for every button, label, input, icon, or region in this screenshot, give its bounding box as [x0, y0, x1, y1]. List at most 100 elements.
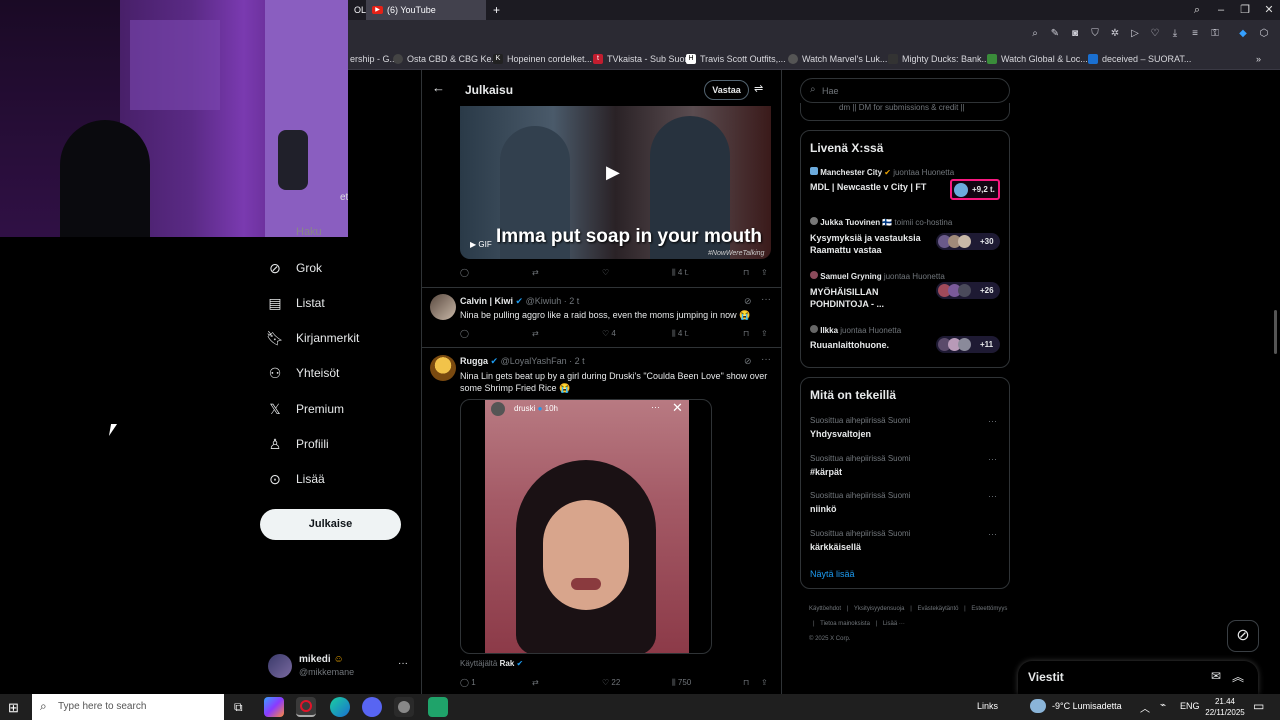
bookmark-item[interactable]: t TVkaista - Sub Suora [593, 54, 693, 64]
bookmark-item[interactable]: Watch Global & Loc... [987, 54, 1088, 64]
grok-icon[interactable]: ⊘ [744, 296, 752, 307]
more-icon[interactable]: ··· [988, 416, 997, 426]
trend-item[interactable]: Suosittua aihepiirissä Suomi kärkkäisell… [810, 529, 1002, 559]
footer-link[interactable]: Yksityisyydensuoja [854, 606, 905, 612]
shield-icon[interactable]: ⛉ [1088, 27, 1102, 41]
bookmark-item[interactable]: K Hopeinen cordelket... [493, 54, 592, 64]
author-handle[interactable]: @Kiwiuh [526, 296, 562, 306]
bookmark-icon[interactable]: ⊓ [743, 678, 749, 687]
author-name[interactable]: Rugga [460, 356, 488, 366]
restore-button[interactable]: ❐ [1233, 0, 1257, 20]
settings-icon[interactable]: ⬡ [1257, 27, 1271, 41]
live-item[interactable]: Manchester City ✔ juontaa Huonetta MDL |… [810, 167, 1002, 207]
scrollbar-thumb[interactable] [1274, 310, 1277, 354]
bookmark-icon[interactable]: ⊓ [743, 329, 749, 338]
tab-search-icon[interactable]: ⌕ [1185, 0, 1209, 20]
grok-icon[interactable]: ⊘ [1227, 620, 1259, 652]
footer-link[interactable]: Evästekäytäntö [917, 606, 958, 612]
views-stat[interactable]: ⫼ 4 t. [672, 329, 689, 339]
app-icon[interactable] [428, 697, 448, 717]
extension-icon[interactable]: ✲ [1108, 27, 1122, 41]
account-menu-icon[interactable]: ··· [398, 658, 408, 669]
live-item[interactable]: Jukka Tuovinen 🇫🇮 toimii co-hostina Kysy… [810, 217, 1002, 257]
lock-icon[interactable]: ⚿ [1208, 27, 1222, 41]
browser-tab-youtube[interactable]: ▶ (6) YouTube [366, 0, 486, 20]
gif-media[interactable]: ▶ ▶ GIF Imma put soap in your mouth #Now… [460, 106, 771, 259]
reply-stat[interactable]: ◯ 1 [460, 678, 476, 687]
sidebar-item-grok[interactable]: ⊘ Grok [266, 259, 322, 277]
more-icon[interactable]: ··· [988, 491, 997, 501]
avatar[interactable] [430, 294, 456, 320]
views-stat[interactable]: ⫼ 4 t. [672, 268, 689, 278]
post-button[interactable]: Julkaise [260, 509, 401, 540]
trend-item[interactable]: Suosittua aihepiirissä Suomi Yhdysvaltoj… [810, 416, 1002, 446]
menu-icon[interactable]: ≡ [1188, 27, 1202, 41]
network-icon[interactable]: ⌁ [1160, 700, 1166, 711]
reply-button[interactable]: Vastaa [704, 80, 749, 100]
author-handle[interactable]: @LoyalYashFan [501, 356, 567, 366]
bookmark-item[interactable]: Watch Marvel's Luk... [788, 54, 887, 64]
share-icon[interactable]: ⇪ [761, 329, 768, 338]
sidebar-item-bookmarks[interactable]: 🔖︎ Kirjanmerkit [266, 329, 359, 347]
more-icon[interactable]: ··· [761, 354, 771, 365]
repost-icon[interactable]: ⇄ [532, 268, 539, 277]
search-icon[interactable]: ⌕ [1028, 27, 1042, 41]
notifications-icon[interactable]: ▭ [1253, 699, 1264, 713]
sidebar-item-communities[interactable]: ⚇ Yhteisöt [266, 364, 340, 382]
repost-icon[interactable]: ⇄ [532, 678, 539, 687]
download-icon[interactable]: ⤓ [1168, 27, 1182, 41]
more-icon[interactable]: ··· [988, 529, 997, 539]
author-name[interactable]: Calvin | Kiwi [460, 296, 513, 306]
discord-icon[interactable] [362, 697, 382, 717]
like-stat[interactable]: ♡ 4 [602, 329, 616, 338]
live-item[interactable]: Samuel Gryning juontaa Huonetta MYÖHÄISI… [810, 271, 1002, 311]
edit-icon[interactable]: ✎ [1048, 27, 1062, 41]
taskbar-search[interactable]: ⌕ Type here to search [32, 694, 224, 720]
bookmark-item[interactable]: Osta CBD & CBG Ke... [393, 54, 499, 64]
new-message-icon[interactable]: ✉ [1211, 669, 1221, 683]
close-icon[interactable]: ✕ [672, 400, 683, 416]
grok-icon[interactable]: ⊘ [744, 356, 752, 367]
avatar[interactable] [430, 355, 456, 381]
reply-icon[interactable]: ◯ [460, 268, 469, 277]
more-icon[interactable]: ··· [761, 294, 771, 305]
task-view-icon[interactable]: ⧉ [234, 700, 243, 715]
views-stat[interactable]: ⫼ 750 [672, 678, 691, 688]
footer-link[interactable]: Lisää ··· [883, 621, 905, 627]
search-input[interactable]: Hae [822, 86, 839, 96]
sidebar-item-search[interactable]: Haku [266, 227, 322, 237]
links-toolbar[interactable]: Links [977, 701, 998, 711]
footer-link[interactable]: Esteettömyys [971, 606, 1007, 612]
sidebar-item-premium[interactable]: 𝕏 Premium [266, 400, 344, 418]
reply-icon[interactable]: ◯ [460, 329, 469, 338]
search-box[interactable]: ⌕ Hae [800, 78, 1010, 103]
share-icon[interactable]: ⇪ [761, 268, 768, 277]
search-input[interactable]: Type here to search [58, 701, 146, 712]
messages-drawer[interactable]: Viestit ✉ ︽ [1018, 661, 1258, 694]
trend-item[interactable]: Suosittua aihepiirissä Suomi #kärpät ··· [810, 454, 1002, 484]
brand-icon[interactable]: ◆ [1236, 27, 1250, 41]
settings-icon[interactable]: ⇌ [754, 82, 763, 95]
minimize-button[interactable]: – [1209, 0, 1233, 20]
new-tab-button[interactable]: + [487, 0, 501, 20]
bookmark-icon[interactable]: ⊓ [743, 268, 749, 277]
expand-icon[interactable]: ︽ [1232, 668, 1244, 685]
clock[interactable]: 21.44 22/11/2025 [1205, 696, 1245, 718]
back-arrow-icon[interactable]: ← [432, 80, 445, 95]
sidebar-item-more[interactable]: ⊙ Lisää [266, 470, 325, 488]
weather-text[interactable]: -9°C Lumisadetta [1052, 701, 1122, 711]
used-by-user[interactable]: Rak [500, 659, 515, 668]
bookmark-item[interactable]: ership - G... [350, 54, 397, 64]
steam-icon[interactable] [394, 697, 414, 717]
language-indicator[interactable]: ENG [1180, 701, 1200, 711]
bookmark-item[interactable]: deceived – SUORAT... [1088, 54, 1191, 64]
live-item[interactable]: Ilkka juontaa Huonetta Ruuanlaittohuone.… [810, 325, 1002, 365]
more-icon[interactable]: ··· [988, 454, 997, 464]
camera-icon[interactable]: ◙ [1068, 27, 1082, 41]
sidebar-item-lists[interactable]: ▤ Listat [266, 294, 324, 312]
windows-start-icon[interactable]: ⊞ [8, 700, 19, 716]
footer-link[interactable]: Tietoa mainoksista [820, 621, 870, 627]
show-more-link[interactable]: Näytä lisää [810, 569, 855, 579]
share-icon[interactable]: ⇪ [761, 678, 768, 687]
play-icon[interactable]: ▷ [1128, 27, 1142, 41]
